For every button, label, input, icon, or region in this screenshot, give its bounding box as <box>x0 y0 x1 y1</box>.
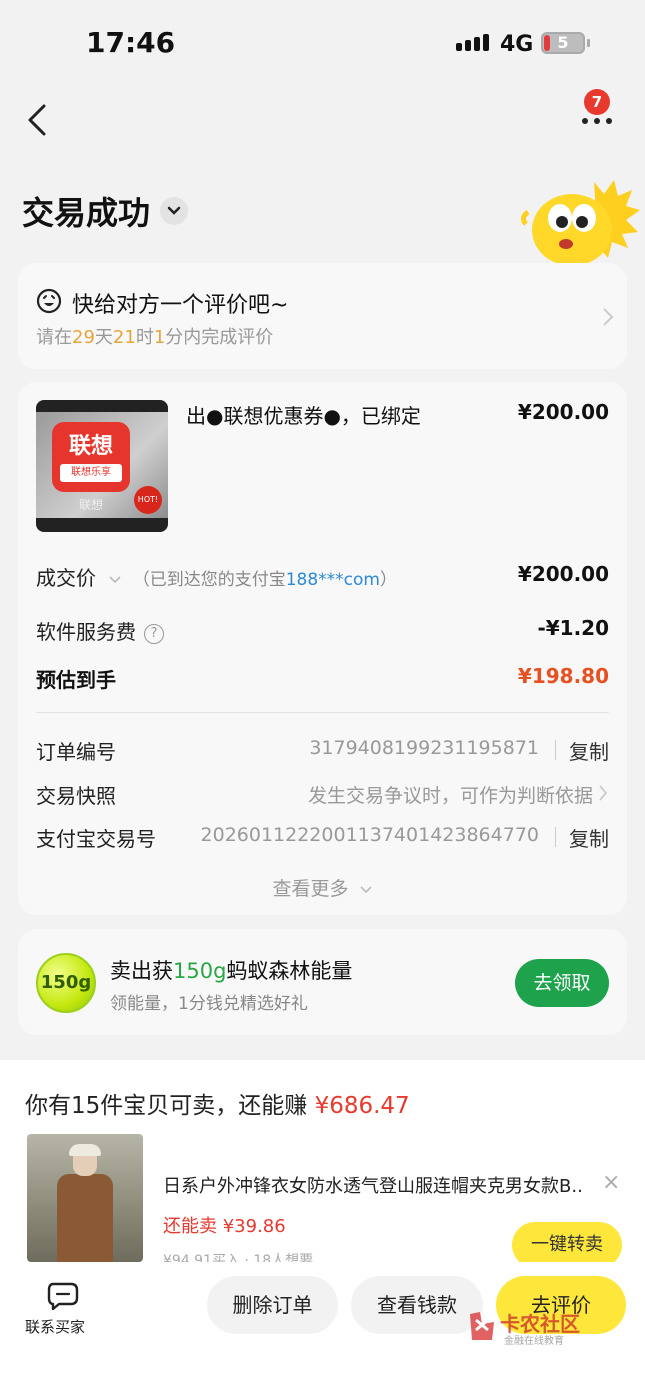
view-money-button[interactable]: 查看钱款 <box>351 1276 483 1334</box>
watermark-logo-icon <box>470 1312 494 1340</box>
smile-icon <box>36 288 62 314</box>
divider <box>36 712 609 713</box>
product-price: ¥200.00 <box>517 400 609 424</box>
status-bar: 17:46 4G 5 <box>0 0 645 88</box>
claim-energy-button[interactable]: 去领取 <box>515 959 609 1007</box>
service-fee-value: -¥1.20 <box>537 616 609 640</box>
mascot-fish-icon <box>520 176 642 276</box>
net-amount-value: ¥198.80 <box>517 664 609 688</box>
help-icon[interactable]: ? <box>144 623 164 644</box>
back-button[interactable] <box>20 98 60 142</box>
copy-order-number-button[interactable]: 复制 <box>569 736 609 765</box>
notification-badge: 7 <box>584 89 610 115</box>
chevron-down-icon <box>359 886 372 894</box>
review-prompt-title: 快给对方一个评价吧~ <box>72 293 289 318</box>
contact-buyer-label: 联系买家 <box>24 1318 85 1336</box>
status-time: 17:46 <box>86 26 176 59</box>
see-more-button[interactable]: 查看更多 <box>18 874 627 901</box>
recommended-item-title[interactable]: 日系户外冲锋衣女防水透气登山服连帽夹克男女款B... <box>163 1172 583 1198</box>
order-number-label: 订单编号 <box>36 740 116 764</box>
signal-icon <box>456 34 489 51</box>
deal-price-label: 成交价 <box>36 566 96 590</box>
back-icon <box>28 104 46 136</box>
service-fee-row: 软件服务费? <box>36 616 164 645</box>
energy-subtitle: 领能量，1分钱兑精选好礼 <box>110 994 308 1014</box>
battery-cap <box>587 39 590 47</box>
separator <box>555 827 556 847</box>
delete-order-button[interactable]: 删除订单 <box>207 1276 338 1334</box>
battery-icon: 5 <box>541 32 585 54</box>
order-details-card: 联想 联想乐享 联想 HOT! 出●联想优惠券●，已绑定 ¥200.00 成交价… <box>18 382 627 915</box>
energy-ball-icon: 150g <box>36 953 96 1013</box>
see-more-label: 查看更多 <box>272 878 349 900</box>
close-icon[interactable]: × <box>602 1170 620 1195</box>
order-number-value: 3179408199231195871 <box>309 737 539 759</box>
more-icon <box>582 118 612 124</box>
page-title: 交易成功 <box>22 194 151 232</box>
service-fee-label: 软件服务费 <box>36 620 136 644</box>
snapshot-link[interactable]: 发生交易争议时，可作为判断依据 <box>308 781 593 808</box>
net-amount-label: 预估到手 <box>36 668 116 692</box>
product-thumbnail[interactable]: 联想 联想乐享 联想 HOT! <box>36 400 168 532</box>
chevron-down-icon <box>109 576 121 584</box>
resell-title: 你有15件宝贝可卖，还能赚 ¥686.47 <box>25 1093 410 1119</box>
energy-title: 卖出获150g蚂蚁森林能量 <box>110 959 353 983</box>
separator <box>555 740 556 760</box>
page-title-row[interactable]: 交易成功 <box>22 188 189 234</box>
battery-level: 5 <box>557 33 569 52</box>
contact-buyer-button[interactable] <box>18 1280 92 1316</box>
watermark: 卡农社区 金融在线教育 <box>466 1308 596 1348</box>
network-label: 4G <box>500 32 534 57</box>
chat-icon <box>47 1282 78 1311</box>
product-title[interactable]: 出●联想优惠券●，已绑定 <box>186 400 421 429</box>
energy-card: 150g 卖出获150g蚂蚁森林能量 领能量，1分钱兑精选好礼 去领取 <box>18 929 627 1035</box>
hot-badge: HOT! <box>134 486 162 514</box>
chevron-right-icon <box>603 308 614 326</box>
alipay-trade-label: 支付宝交易号 <box>36 827 156 851</box>
chevron-right-icon <box>599 785 608 801</box>
chevron-down-icon[interactable] <box>160 197 189 225</box>
deal-price-row[interactable]: 成交价 （已到达您的支付宝188***com） <box>36 562 397 591</box>
review-deadline: 请在29天21时1分内完成评价 <box>36 327 274 348</box>
review-prompt-card[interactable]: 快给对方一个评价吧~ 请在29天21时1分内完成评价 <box>18 263 627 369</box>
deal-price-value: ¥200.00 <box>517 562 609 586</box>
recommended-item-image[interactable] <box>27 1134 143 1262</box>
copy-alipay-number-button[interactable]: 复制 <box>569 823 609 852</box>
recommended-item-price: 还能卖 ¥39.86 <box>163 1216 286 1237</box>
alipay-trade-value: 2026011222001137401423864770 <box>200 824 539 846</box>
snapshot-label: 交易快照 <box>36 784 116 808</box>
deal-price-note: （已到达您的支付宝188***com） <box>132 570 397 590</box>
